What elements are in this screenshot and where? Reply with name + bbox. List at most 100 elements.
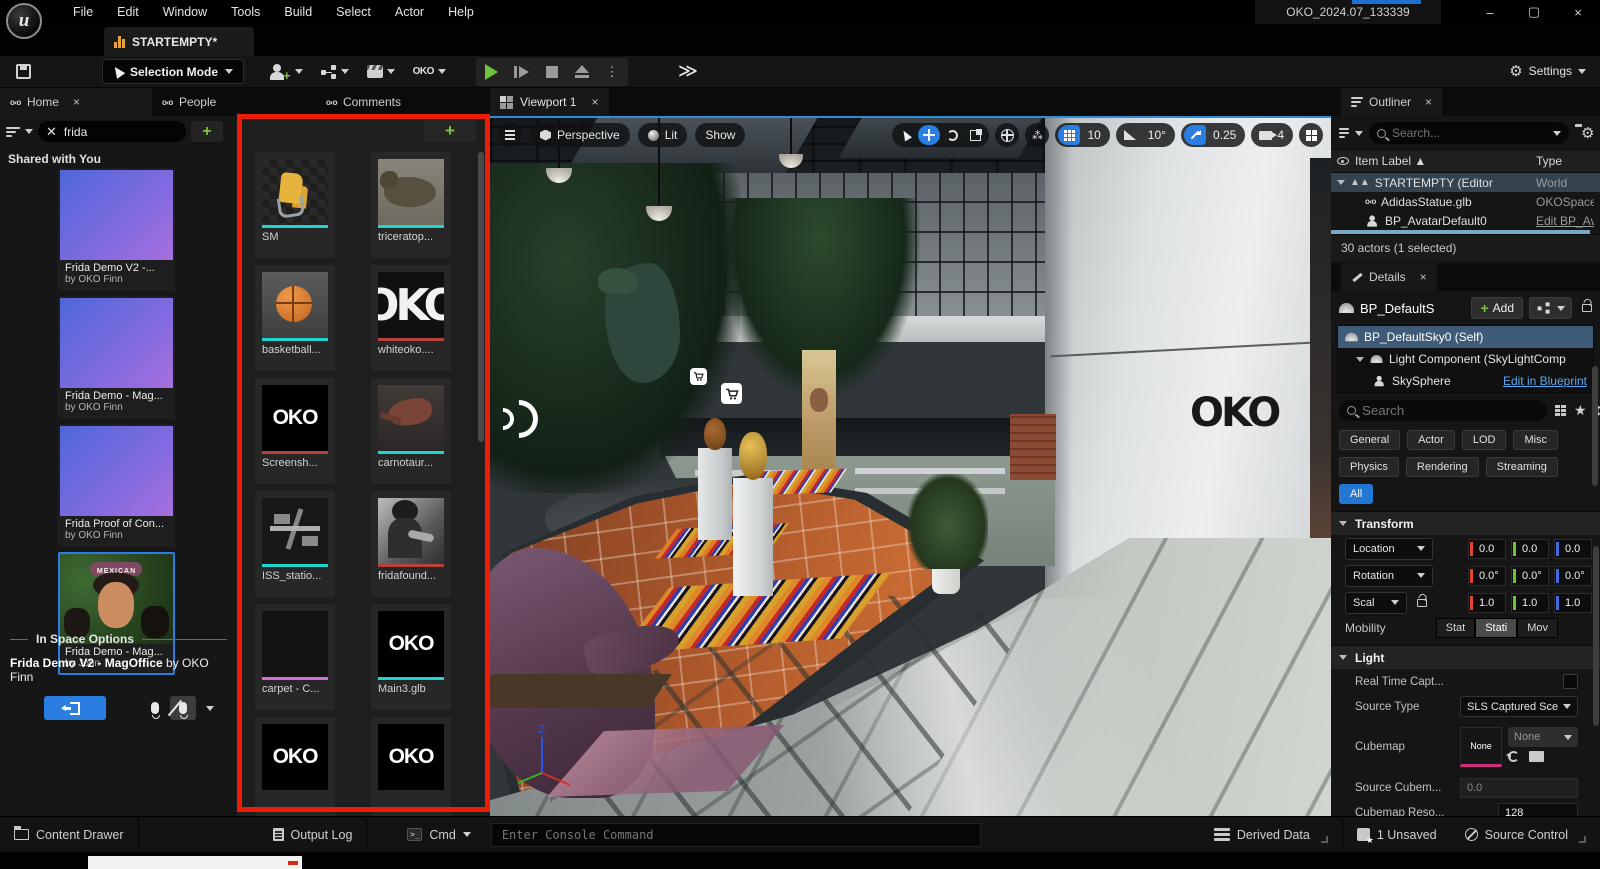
- asset-item[interactable]: OKO whiteoko....: [371, 265, 451, 371]
- tab-people[interactable]: o‹o People: [152, 88, 226, 116]
- close-icon[interactable]: ×: [1420, 270, 1427, 284]
- menu-help[interactable]: Help: [437, 2, 485, 22]
- filter-chip-general[interactable]: General: [1339, 430, 1400, 450]
- oko-menu-button[interactable]: OKO: [413, 66, 446, 77]
- rotation-z-field[interactable]: 0.0°: [1554, 566, 1592, 586]
- outliner-column-header[interactable]: Item Label ▲ Type: [1331, 149, 1600, 173]
- transform-section-header[interactable]: Transform: [1331, 511, 1600, 535]
- unsaved-button[interactable]: 1 Unsaved: [1343, 817, 1451, 852]
- output-log-button[interactable]: Output Log: [259, 817, 367, 852]
- menu-window[interactable]: Window: [152, 2, 218, 22]
- asset-item[interactable]: SM: [255, 152, 335, 258]
- play-button[interactable]: [478, 60, 506, 84]
- menu-edit[interactable]: Edit: [106, 2, 150, 22]
- scale-lock-icon[interactable]: [1417, 599, 1427, 607]
- asset-item[interactable]: OKO: [255, 717, 335, 816]
- show-dropdown[interactable]: Show: [695, 123, 745, 147]
- chevron-down-icon[interactable]: [25, 129, 33, 134]
- asset-item[interactable]: OKO: [371, 717, 451, 816]
- outliner-filter-icon[interactable]: [1339, 128, 1349, 138]
- play-options-button[interactable]: ⋮: [598, 60, 626, 84]
- space-card[interactable]: Frida Demo - Mag...by OKO Finn: [58, 296, 175, 419]
- perspective-dropdown[interactable]: Perspective: [530, 123, 630, 147]
- realtime-capture-checkbox[interactable]: [1563, 674, 1578, 689]
- tab-comments[interactable]: o‹o Comments: [316, 88, 411, 116]
- level-tab-startempty[interactable]: STARTEMPTY*: [104, 27, 254, 56]
- menu-file[interactable]: File: [62, 2, 104, 22]
- expand-caret-icon[interactable]: [1356, 357, 1364, 362]
- chevron-down-icon[interactable]: [1355, 131, 1363, 136]
- details-scrollbar[interactable]: [1593, 546, 1599, 726]
- rotation-x-field[interactable]: 0.0°: [1468, 566, 1506, 586]
- asset-scrollbar[interactable]: [478, 152, 484, 442]
- close-icon[interactable]: ×: [73, 95, 80, 109]
- location-y-field[interactable]: 0.0: [1511, 539, 1549, 559]
- console-command-input[interactable]: [502, 828, 970, 842]
- lock-icon[interactable]: [1582, 304, 1592, 312]
- settings-dropdown[interactable]: ⚙ Settings: [1509, 62, 1586, 80]
- viewport-3d-scene[interactable]: OKO: [490, 116, 1331, 816]
- filter-chip-misc[interactable]: Misc: [1513, 430, 1558, 450]
- filter-chip-streaming[interactable]: Streaming: [1486, 457, 1558, 477]
- location-dropdown[interactable]: Location: [1345, 538, 1433, 560]
- eject-button[interactable]: [568, 60, 596, 84]
- menu-actor[interactable]: Actor: [384, 2, 435, 22]
- edit-blueprint-link[interactable]: Edit BP_Av: [1536, 214, 1594, 228]
- space-card[interactable]: Frida Demo V2 -...by OKO Finn: [58, 168, 175, 291]
- space-card[interactable]: Frida Proof of Con...by OKO Finn: [58, 424, 175, 547]
- save-button[interactable]: [8, 59, 38, 85]
- add-asset-button[interactable]: +: [424, 120, 476, 142]
- asset-item[interactable]: ISS_statio...: [255, 491, 335, 597]
- scale-dropdown[interactable]: Scal: [1345, 592, 1407, 614]
- toolbar-overflow-button[interactable]: ≫: [678, 60, 698, 83]
- scale-z-field[interactable]: 1.0: [1554, 593, 1592, 613]
- chevron-down-icon[interactable]: [1553, 131, 1561, 136]
- cmd-dropdown[interactable]: >_Cmd: [393, 817, 484, 852]
- derived-data-button[interactable]: Derived Data: [1200, 817, 1342, 852]
- blueprints-button[interactable]: [321, 65, 349, 79]
- close-button[interactable]: ×: [1556, 0, 1600, 24]
- rotation-dropdown[interactable]: Rotation: [1345, 565, 1433, 587]
- menu-tools[interactable]: Tools: [220, 2, 271, 22]
- asset-item[interactable]: OKO Screensh...: [255, 378, 335, 484]
- selection-mode-dropdown[interactable]: Selection Mode: [102, 59, 244, 84]
- outliner-row-world[interactable]: ▲▲ STARTEMPTY (Editor World: [1331, 173, 1600, 192]
- lit-dropdown[interactable]: Lit: [638, 123, 688, 147]
- outliner-row-avatar[interactable]: BP_AvatarDefault0 Edit BP_Av: [1331, 211, 1600, 230]
- rotation-y-field[interactable]: 0.0°: [1511, 566, 1549, 586]
- component-row-light[interactable]: Light Component (SkyLightComp: [1338, 348, 1593, 370]
- component-row-skysphere[interactable]: SkySphere Edit in Blueprint: [1338, 370, 1593, 392]
- asset-item[interactable]: fridafound...: [371, 491, 451, 597]
- cinematics-button[interactable]: [367, 65, 395, 78]
- filter-chip-actor[interactable]: Actor: [1407, 430, 1455, 450]
- filter-icon[interactable]: [6, 127, 20, 137]
- source-type-dropdown[interactable]: SLS Captured Sce: [1460, 696, 1578, 717]
- mobility-static-button[interactable]: Stat: [1436, 618, 1476, 638]
- filter-chip-physics[interactable]: Physics: [1339, 457, 1399, 477]
- mobility-stationary-button[interactable]: Stati: [1475, 618, 1517, 638]
- maximize-button[interactable]: ▢: [1512, 0, 1556, 24]
- tab-home[interactable]: o‹o Home ×: [0, 88, 152, 116]
- tab-viewport-1[interactable]: Viewport 1 ×: [490, 88, 609, 116]
- leave-space-button[interactable]: [44, 696, 106, 720]
- cubemap-thumbnail[interactable]: None: [1460, 727, 1502, 767]
- add-component-button[interactable]: +Add: [1471, 297, 1523, 319]
- mic-button[interactable]: [142, 696, 168, 720]
- scale-y-field[interactable]: 1.0: [1511, 593, 1549, 613]
- column-type[interactable]: Type: [1536, 154, 1594, 168]
- cart-marker-icon[interactable]: [690, 368, 707, 385]
- asset-item[interactable]: OKO Main3.glb: [371, 604, 451, 710]
- asset-item[interactable]: carpet - C...: [255, 604, 335, 710]
- minimize-button[interactable]: –: [1468, 0, 1512, 24]
- browse-icon[interactable]: [1529, 751, 1544, 762]
- expand-caret-icon[interactable]: [1337, 180, 1345, 185]
- menu-select[interactable]: Select: [325, 2, 382, 22]
- menu-build[interactable]: Build: [273, 2, 323, 22]
- location-x-field[interactable]: 0.0: [1468, 539, 1506, 559]
- tab-details[interactable]: Details ×: [1341, 263, 1437, 291]
- close-icon[interactable]: ×: [1425, 95, 1432, 109]
- outliner-row-adidasstatue[interactable]: o‹o AdidasStatue.glb OKOSpace: [1331, 192, 1600, 211]
- filter-chip-rendering[interactable]: Rendering: [1406, 457, 1479, 477]
- component-row-self[interactable]: BP_DefaultSky0 (Self): [1338, 326, 1593, 348]
- frame-advance-button[interactable]: [508, 60, 536, 84]
